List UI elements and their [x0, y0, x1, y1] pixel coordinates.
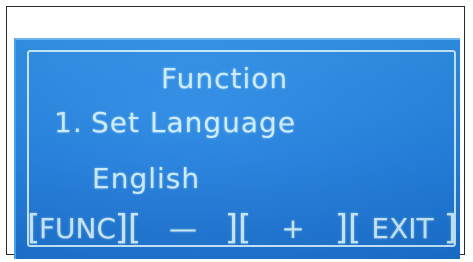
- menu-item-label: Set Language: [91, 106, 297, 139]
- exit-softkey-label: EXIT: [371, 211, 434, 245]
- plus-softkey-label: +: [281, 211, 305, 245]
- lcd-screen: Function 1. Set Language English FUNC — …: [14, 38, 460, 259]
- func-softkey-label: FUNC: [38, 211, 117, 245]
- minus-softkey-label: —: [169, 211, 197, 245]
- softkey-bar: FUNC — + EXIT: [27, 206, 457, 250]
- func-softkey[interactable]: FUNC: [27, 206, 128, 250]
- exit-softkey[interactable]: EXIT: [348, 206, 457, 250]
- language-value: English: [92, 162, 201, 195]
- menu-item-number: 1.: [54, 106, 83, 139]
- screen-title: Function: [161, 62, 289, 95]
- plus-softkey[interactable]: +: [238, 206, 348, 250]
- minus-softkey[interactable]: —: [128, 206, 238, 250]
